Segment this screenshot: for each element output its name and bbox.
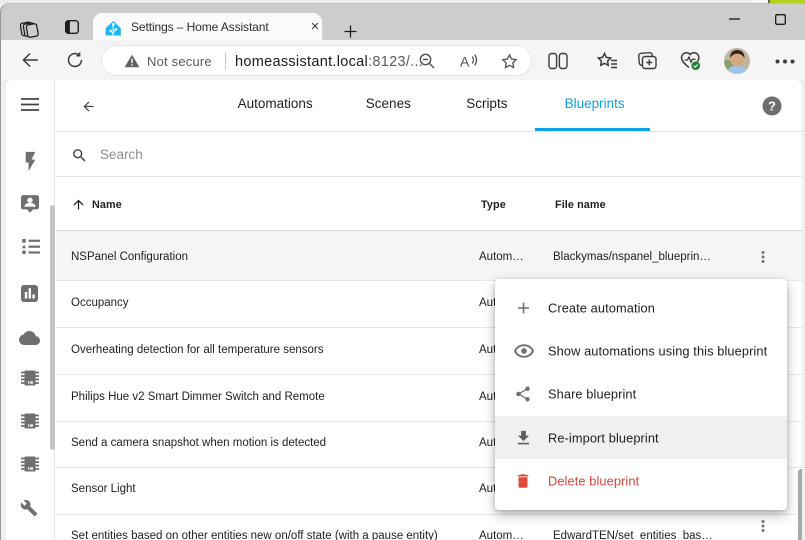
svg-text:A: A xyxy=(460,54,470,70)
svg-text:?: ? xyxy=(768,99,776,114)
